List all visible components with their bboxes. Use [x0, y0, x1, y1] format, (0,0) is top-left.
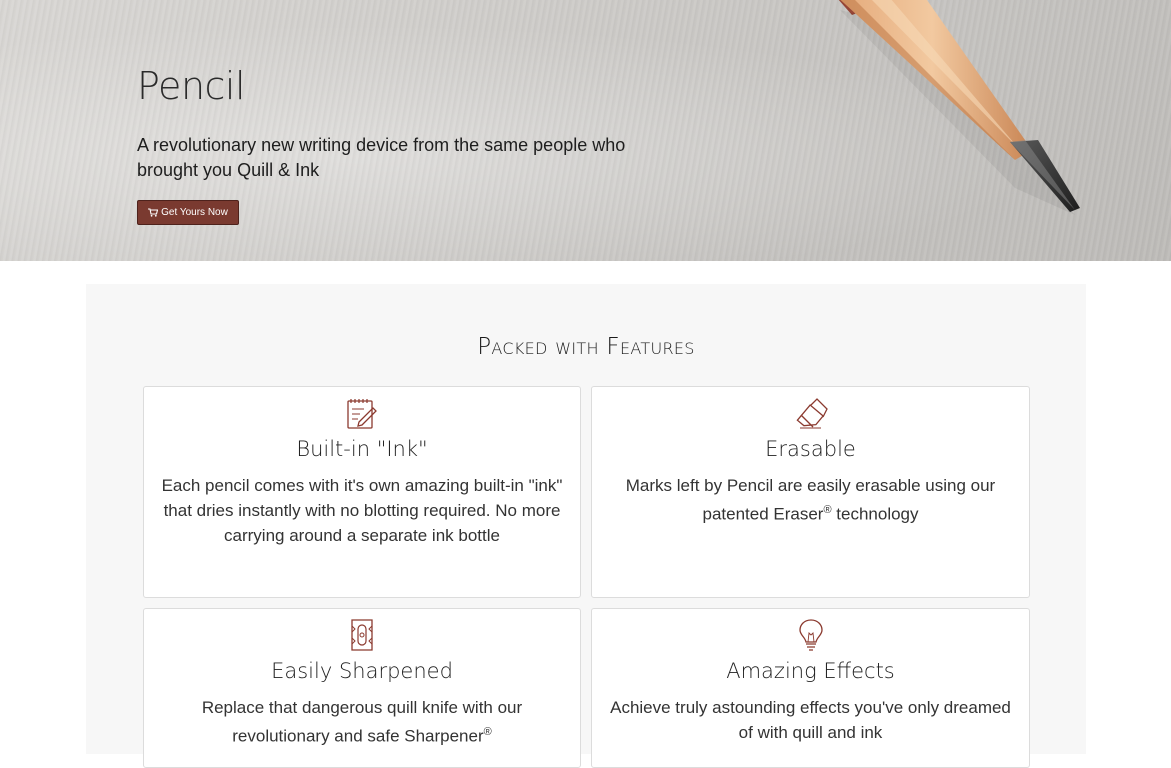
feature-description: Each pencil comes with it's own amazing … [161, 476, 563, 545]
features-section: Packed with Features Built-in "Ink" Each… [86, 284, 1086, 768]
hero-banner: Pencil A revolutionary new writing devic… [0, 0, 1171, 261]
feature-description-main: Marks left by Pencil are easily erasable… [625, 476, 996, 524]
feature-card-built-in-ink: Built-in "Ink" Each pencil comes with it… [143, 386, 581, 598]
feature-title: Amazing Effects [726, 659, 895, 683]
registered-mark: ® [483, 726, 492, 738]
feature-description: Marks left by Pencil are easily erasable… [604, 473, 1017, 527]
registered-mark: ® [823, 504, 832, 516]
get-yours-now-button[interactable]: Get Yours Now [137, 200, 239, 225]
feature-description-tail: technology [831, 504, 919, 524]
feature-description: Replace that dangerous quill knife with … [156, 695, 568, 749]
shopping-cart-icon [148, 208, 159, 217]
feature-card-amazing-effects: Amazing Effects Achieve truly astounding… [591, 608, 1030, 768]
feature-title: Erasable [765, 437, 856, 461]
sharpener-icon [351, 619, 373, 651]
feature-card-easily-sharpened: Easily Sharpened Replace that dangerous … [143, 608, 581, 768]
lightbulb-icon [798, 619, 823, 651]
eraser-icon [795, 398, 828, 429]
notepad-pencil-icon [347, 399, 377, 429]
get-yours-now-label: Get Yours Now [161, 207, 228, 218]
feature-title: Easily Sharpened [271, 659, 453, 683]
feature-description: Achieve truly astounding effects you've … [610, 698, 1011, 742]
hero-subtitle: A revolutionary new writing device from … [137, 135, 626, 180]
hero-title: Pencil [137, 64, 246, 108]
feature-title: Built-in "Ink" [296, 437, 428, 461]
feature-card-erasable: Erasable Marks left by Pencil are easily… [591, 386, 1030, 598]
features-heading: Packed with Features [477, 334, 695, 360]
pencil-photo-illustration [838, 0, 1080, 215]
feature-description-main: Replace that dangerous quill knife with … [201, 698, 523, 746]
